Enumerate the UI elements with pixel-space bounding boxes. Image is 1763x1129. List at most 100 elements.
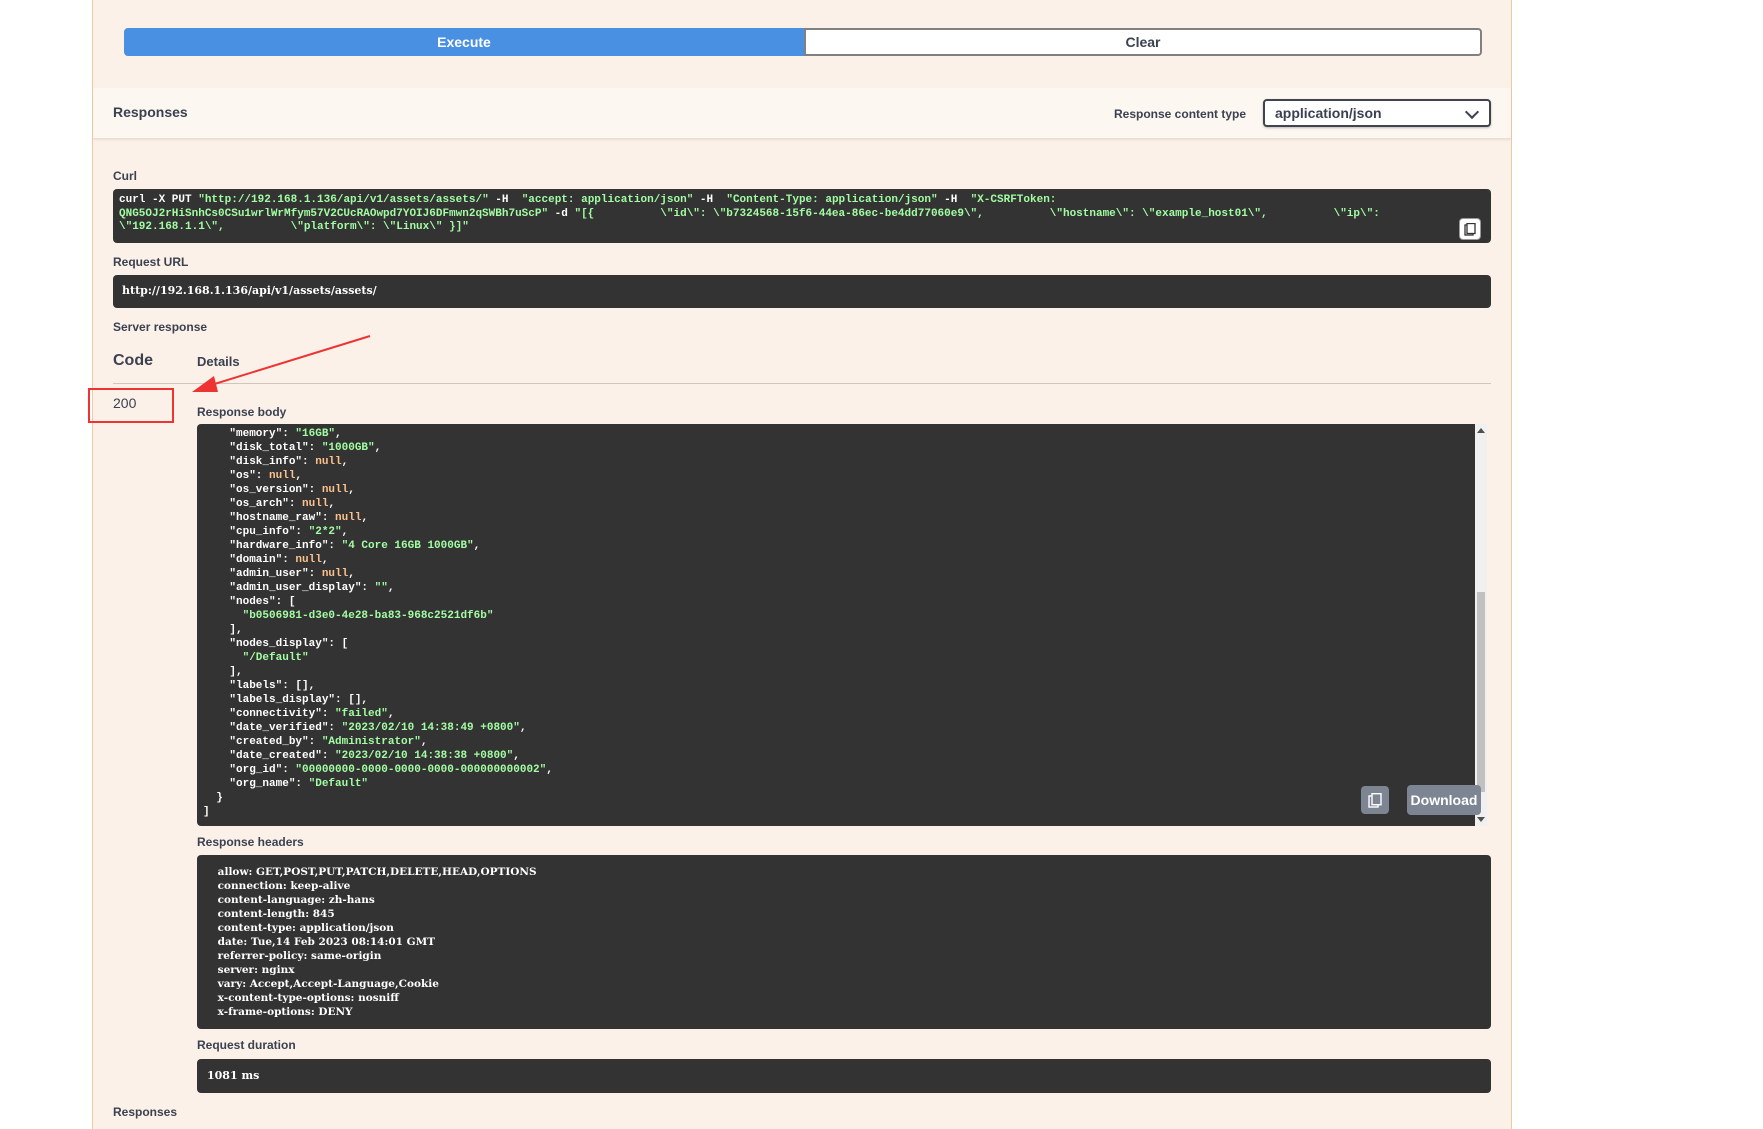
json-value: "/Default"	[203, 652, 309, 664]
json-punct: ,	[387, 582, 395, 594]
json-key: "date_created":	[203, 750, 336, 762]
table-divider	[113, 383, 1491, 384]
scroll-down-arrow-icon[interactable]	[1477, 817, 1485, 822]
response-body-line: "domain": null,	[203, 553, 1469, 567]
response-header-line: allow: GET,POST,PUT,PATCH,DELETE,HEAD,OP…	[214, 866, 541, 878]
json-value: "00000000-0000-0000-0000-000000000002"	[295, 764, 547, 776]
copy-curl-button[interactable]	[1459, 218, 1481, 240]
json-punct: ,	[321, 554, 329, 566]
json-punct: ,	[361, 512, 369, 524]
json-value: "Default"	[308, 778, 369, 790]
response-body-line: "created_by": "Administrator",	[203, 735, 1469, 749]
curl-text: -H	[488, 194, 522, 206]
response-body-line: "os": null,	[203, 469, 1469, 483]
json-key: "hostname_raw":	[203, 512, 336, 524]
json-key: "os":	[203, 470, 270, 482]
json-value: null	[295, 554, 322, 566]
response-body-line: "connectivity": "failed",	[203, 707, 1469, 721]
curl-label: Curl	[113, 169, 137, 183]
json-value: "2023/02/10 14:38:38 +0800"	[335, 750, 514, 762]
response-header-line: content-language: zh-hans	[214, 894, 379, 906]
response-body-line: "hostname_raw": null,	[203, 511, 1469, 525]
curl-text: curl -X PUT	[119, 194, 199, 206]
response-body-line: "cpu_info": "2*2",	[203, 525, 1469, 539]
json-key: "nodes_display": [	[203, 638, 349, 650]
json-punct: ,	[513, 750, 520, 762]
json-key: "connectivity":	[203, 708, 336, 720]
response-body-scrollbar[interactable]	[1475, 424, 1487, 826]
json-key: "disk_total":	[203, 442, 322, 454]
response-header-line: content-type: application/json	[214, 922, 398, 934]
json-key: "admin_user":	[203, 568, 322, 580]
scrollbar-thumb[interactable]	[1477, 592, 1485, 792]
json-value: "4 Core 16GB 1000GB"	[341, 540, 474, 552]
json-value: "2023/02/10 14:38:49 +0800"	[341, 722, 520, 734]
responses-footer-title: Responses	[113, 1105, 178, 1119]
json-punct: ,	[341, 526, 349, 538]
json-key: "disk_info":	[203, 456, 316, 468]
response-body-line: "admin_user": null,	[203, 567, 1469, 581]
json-punct: ],	[203, 624, 243, 636]
code-column-header: Code	[113, 352, 153, 369]
json-value: null	[302, 498, 329, 510]
json-value: "1000GB"	[321, 442, 375, 454]
request-url-label: Request URL	[113, 255, 189, 269]
json-key: "domain":	[203, 554, 296, 566]
scroll-up-arrow-icon[interactable]	[1477, 428, 1485, 433]
json-value: "16GB"	[295, 428, 336, 440]
details-column-header: Details	[197, 354, 240, 369]
response-body-line: "nodes": [	[203, 595, 1469, 609]
json-punct: ,	[348, 484, 355, 496]
curl-string: QNG5OJ2rHiSnhCs0CSu1wrlWrMfym57V2CUcRAOw…	[119, 207, 549, 220]
json-key: "admin_user_display":	[203, 582, 375, 594]
json-value: null	[335, 512, 362, 524]
response-body-block[interactable]: "memory": "16GB", "disk_total": "1000GB"…	[197, 424, 1475, 826]
clipboard-icon	[1368, 792, 1382, 808]
json-punct: ,	[348, 568, 355, 580]
curl-text: -d	[548, 207, 575, 220]
response-header-line: date: Tue,14 Feb 2023 08:14:01 GMT	[214, 936, 439, 948]
json-punct: ,	[335, 428, 342, 440]
download-button[interactable]: Download	[1407, 785, 1481, 815]
json-key: "os_arch":	[203, 498, 303, 510]
response-content-type-value: application/json	[1275, 105, 1382, 121]
clear-button[interactable]: Clear	[804, 28, 1482, 56]
json-key: "created_by":	[203, 736, 322, 748]
response-body-line: "labels": [],	[203, 679, 1469, 693]
json-value: "2*2"	[308, 526, 342, 538]
json-value: ""	[374, 582, 388, 594]
curl-string: "http://192.168.1.136/api/v1/assets/asse…	[198, 194, 489, 206]
json-punct: ,	[295, 470, 303, 482]
response-body-line: ],	[203, 623, 1469, 637]
copy-response-body-button[interactable]	[1361, 786, 1389, 814]
response-header-line: server: nginx	[214, 964, 299, 976]
request-duration-block: 1081 ms	[197, 1059, 1491, 1093]
json-key: "date_verified":	[203, 722, 342, 734]
responses-title: Responses	[113, 104, 188, 120]
response-body-line: "memory": "16GB",	[203, 427, 1469, 441]
response-headers-block: allow: GET,POST,PUT,PATCH,DELETE,HEAD,OP…	[197, 855, 1491, 1029]
response-content-type-select[interactable]: application/json	[1263, 99, 1491, 127]
response-body-line: "b0506981-d3e0-4e28-ba83-968c2521df6b"	[203, 609, 1469, 623]
response-body-line: "os_version": null,	[203, 483, 1469, 497]
json-punct: ,	[374, 442, 382, 454]
json-punct: ,	[519, 722, 527, 734]
json-key: "hardware_info":	[203, 540, 342, 552]
json-key: "org_id":	[203, 764, 296, 776]
curl-command-block: curl -X PUT "http://192.168.1.136/api/v1…	[113, 189, 1491, 243]
json-key: "cpu_info":	[203, 526, 309, 538]
response-body-line: "disk_total": "1000GB",	[203, 441, 1469, 455]
response-headers-label: Response headers	[197, 835, 304, 849]
response-body-line: "org_id": "00000000-0000-0000-0000-00000…	[203, 763, 1469, 777]
json-value: null	[321, 568, 349, 580]
json-key: "os_version":	[203, 484, 322, 496]
response-body-line: "nodes_display": [	[203, 637, 1469, 651]
json-value: null	[269, 470, 296, 482]
json-punct: ]	[203, 806, 210, 818]
request-duration-label: Request duration	[197, 1038, 296, 1052]
json-value: "Administrator"	[321, 736, 421, 748]
execute-button[interactable]: Execute	[124, 28, 804, 56]
responses-header: Responses Response content type applicat…	[93, 88, 1511, 139]
response-body-line: }	[203, 791, 1469, 805]
json-punct: ,	[387, 708, 395, 720]
